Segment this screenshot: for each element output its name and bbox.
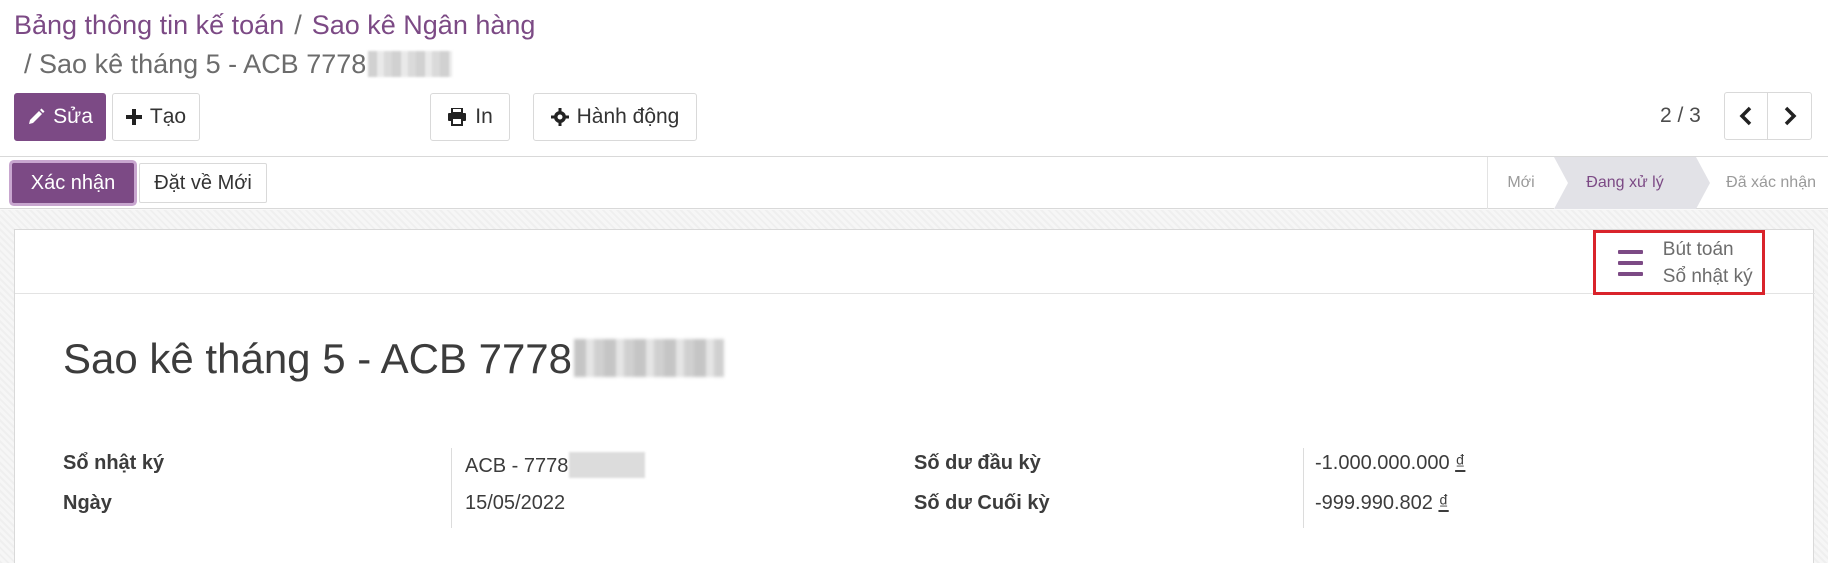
redacted-block [368, 51, 453, 77]
edit-label: Sửa [53, 105, 93, 128]
smart-button-box: Bút toán Sổ nhật ký [15, 230, 1815, 295]
form-sheet: Bút toán Sổ nhật ký Sao kê tháng 5 - ACB… [14, 229, 1815, 563]
breadcrumb-separator: / [294, 10, 302, 40]
balance-end-amount: -999.990.802 [1315, 492, 1433, 514]
stage-confirmed: Đã xác nhận [1726, 174, 1816, 191]
breadcrumb-current-line: / Sao kê tháng 5 - ACB 7778 [24, 47, 453, 81]
journal-value-text: ACB - 7778 [465, 455, 569, 477]
chevron-left-icon [1739, 106, 1752, 126]
create-button[interactable]: Tạo [112, 93, 200, 141]
balance-end-label: Số dư Cuối kỳ [914, 492, 1050, 514]
pencil-icon [29, 108, 45, 124]
stage-processing: Đang xử lý [1554, 157, 1710, 209]
control-panel: Bảng thông tin kế toán / Sao kê Ngân hàng … [0, 0, 1828, 157]
print-icon [448, 108, 467, 126]
pager-value[interactable]: 2 / 3 [1660, 104, 1701, 128]
date-label: Ngày [63, 492, 112, 514]
field-separator [1303, 448, 1304, 528]
print-label: In [475, 105, 493, 128]
currency-symbol: ₫ [1455, 452, 1466, 474]
currency-symbol: ₫ [1438, 492, 1449, 514]
status-bar: Xác nhận Đặt về Mới Mới Đang xử lý Đã xá… [0, 157, 1828, 209]
balance-start-amount: -1.000.000.000 [1315, 452, 1450, 474]
pager-next-button[interactable] [1767, 92, 1812, 140]
balance-end-value: -999.990.802 ₫ [1315, 492, 1449, 515]
action-label: Hành động [576, 105, 680, 128]
smart-button-label: Bút toán Sổ nhật ký [1662, 238, 1753, 287]
stage-new: Mới [1507, 174, 1535, 191]
breadcrumb-item-bank-statements[interactable]: Sao kê Ngân hàng [312, 10, 536, 40]
list-icon [1618, 249, 1643, 276]
journal-label: Sổ nhật ký [63, 452, 165, 474]
balance-start-value: -1.000.000.000 ₫ [1315, 452, 1465, 475]
reset-to-new-button[interactable]: Đặt về Mới [139, 163, 267, 203]
edit-button[interactable]: Sửa [14, 93, 106, 141]
redacted-block [574, 339, 725, 377]
create-label: Tạo [149, 105, 187, 128]
action-button[interactable]: Hành động [533, 93, 697, 141]
record-title: Sao kê tháng 5 - ACB 7778 [63, 335, 725, 383]
date-value: 15/05/2022 [465, 492, 566, 514]
journal-value[interactable]: ACB - 7778 [465, 452, 646, 478]
print-button[interactable]: In [430, 93, 510, 141]
journal-entries-smart-button[interactable]: Bút toán Sổ nhật ký [1593, 230, 1765, 295]
breadcrumb-item-dashboard[interactable]: Bảng thông tin kế toán [14, 10, 284, 40]
gear-icon [550, 108, 569, 126]
record-title-text: Sao kê tháng 5 - ACB 7778 [63, 335, 573, 382]
breadcrumb-separator: / [24, 49, 32, 79]
stage-pipeline: Mới Đang xử lý Đã xác nhận [1487, 157, 1828, 209]
plus-icon [125, 109, 142, 125]
breadcrumb-current: Sao kê tháng 5 - ACB 7778 [39, 49, 367, 79]
pager-previous-button[interactable] [1724, 92, 1768, 140]
breadcrumb: Bảng thông tin kế toán / Sao kê Ngân hàng [14, 8, 535, 42]
chevron-right-icon [1784, 106, 1796, 126]
confirm-button[interactable]: Xác nhận [12, 163, 134, 203]
redacted-block [569, 452, 646, 478]
field-separator [451, 448, 452, 528]
balance-start-label: Số dư đầu kỳ [914, 452, 1041, 474]
